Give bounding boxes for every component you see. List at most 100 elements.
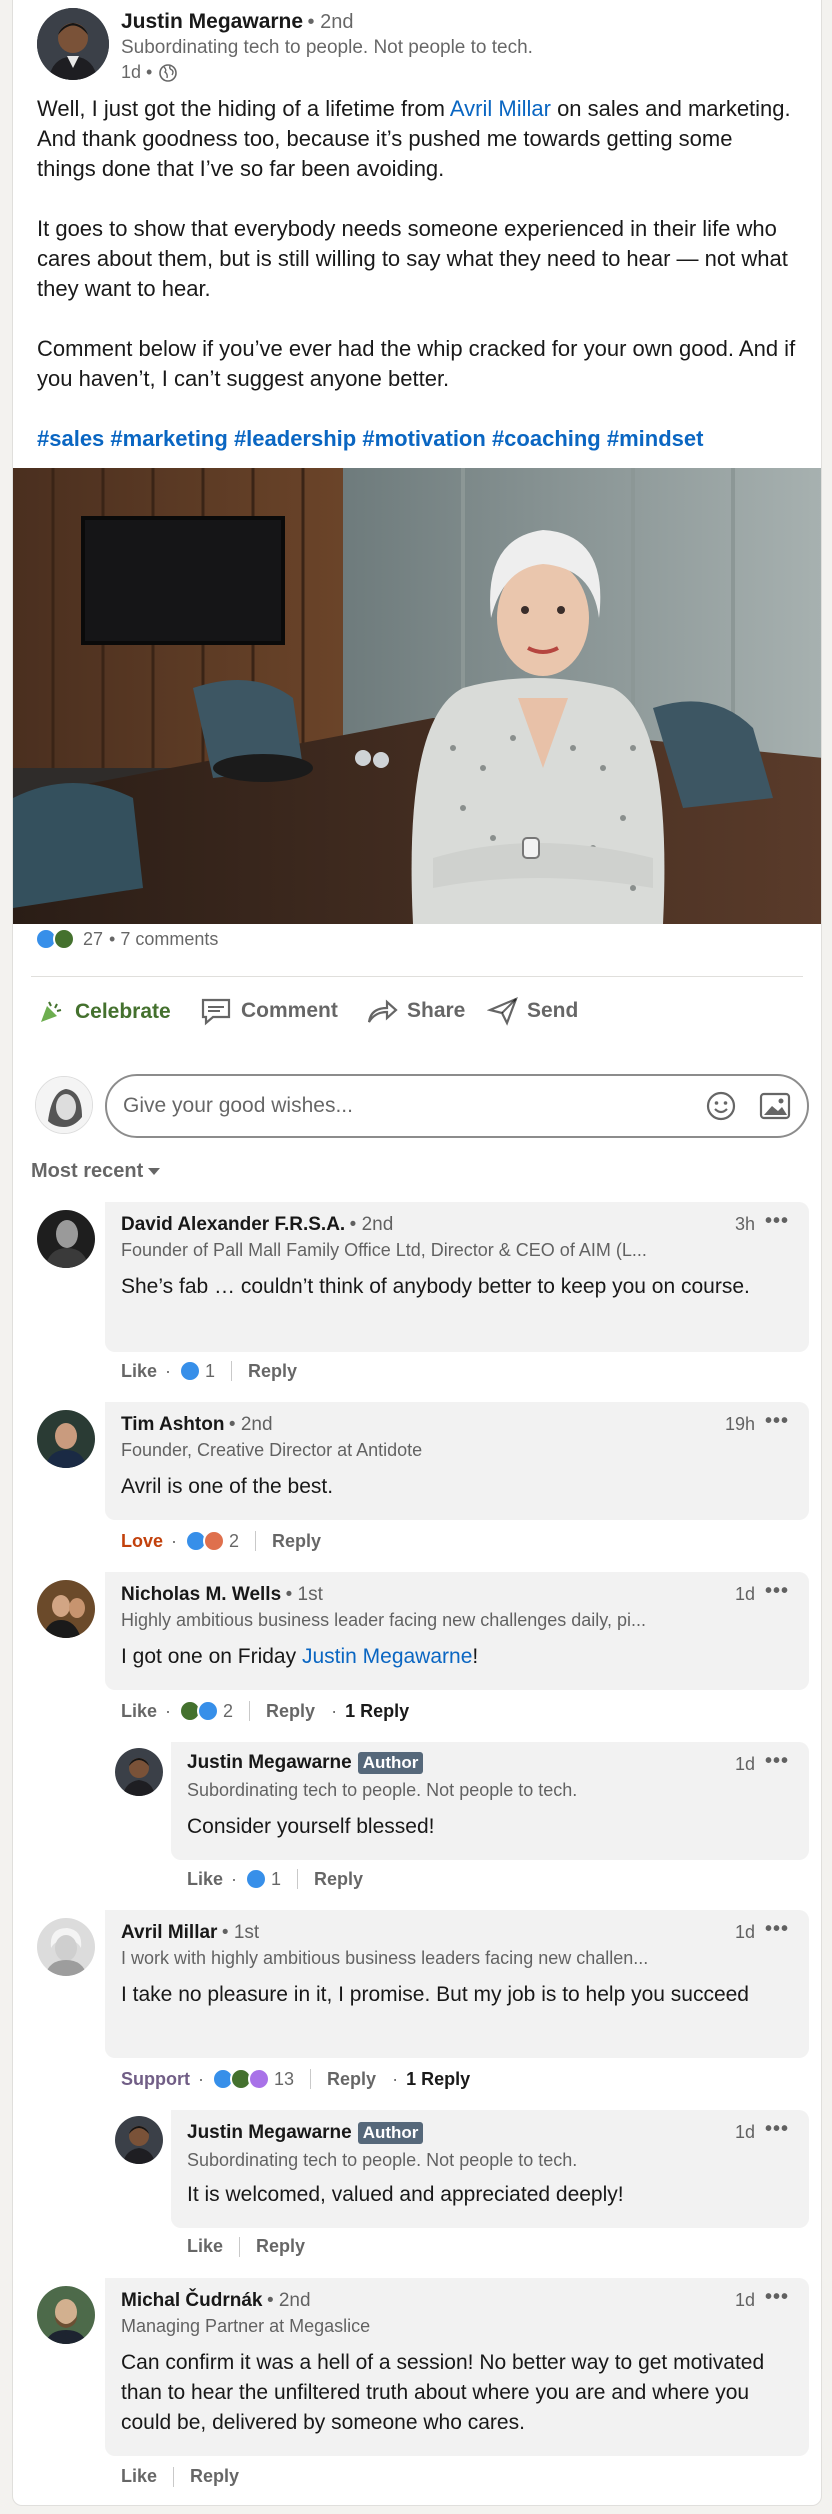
more-dots-icon[interactable]: ••• <box>765 1210 789 1233</box>
author-degree: • 2nd <box>307 11 354 33</box>
commenter-name[interactable]: Justin Megawarne <box>187 2122 352 2144</box>
mention-avril-millar[interactable]: Avril Millar <box>450 96 551 121</box>
comment-actions: Like Reply <box>187 2236 305 2257</box>
commenter-headline: Founder of Pall Mall Family Office Ltd, … <box>121 1240 647 1260</box>
social-counts[interactable]: 27 • 7 comments <box>35 928 218 950</box>
comment-actions: Support · 13 Reply · 1 Reply <box>121 2068 471 2090</box>
post-paragraph-3: Comment below if you’ve ever had the whi… <box>37 336 796 391</box>
celebrate-button[interactable]: Celebrate <box>35 996 171 1028</box>
commenter-avatar[interactable] <box>115 1748 163 1796</box>
author-name[interactable]: Justin Megawarne <box>121 10 303 33</box>
like-reaction-icon <box>197 1700 220 1722</box>
like-button[interactable]: Like <box>121 1361 157 1382</box>
more-dots-icon[interactable]: ••• <box>765 1580 789 1603</box>
share-button[interactable]: Share <box>365 996 465 1026</box>
more-dots-icon[interactable]: ••• <box>765 2118 789 2141</box>
author-badge: Author <box>357 1752 424 1774</box>
like-button[interactable]: Like <box>187 2236 223 2257</box>
like-reaction-icon <box>245 1868 268 1890</box>
more-dots-icon[interactable]: ••• <box>765 1918 789 1941</box>
comment-time: 1d <box>735 2122 756 2142</box>
comment-text: Can confirm it was a hell of a session! … <box>121 2351 765 2434</box>
commenter-name[interactable]: Justin Megawarne <box>187 1752 352 1774</box>
replies-count-link[interactable]: 1 Reply <box>406 2069 470 2090</box>
commenter-degree: • 2nd <box>228 1414 273 1435</box>
comment-text: It is welcomed, valued and appreciated d… <box>187 2183 624 2206</box>
comment-text: Avril is one of the best. <box>121 1475 334 1498</box>
reaction-count[interactable]: 2 <box>229 1531 239 1552</box>
comment-count[interactable]: • 7 comments <box>109 929 218 950</box>
comment-time: 3h <box>735 1214 756 1234</box>
reply-button[interactable]: Reply <box>327 2069 376 2090</box>
mention-justin-megawarne[interactable]: Justin Megawarne <box>302 1645 472 1668</box>
reaction-count[interactable]: 13 <box>274 2069 294 2090</box>
comment-actions: Love · 2 Reply <box>121 1530 322 1552</box>
author-avatar[interactable] <box>37 8 109 80</box>
reply-button[interactable]: Reply <box>272 1531 321 1552</box>
hashtag-link[interactable]: #motivation <box>362 426 485 451</box>
comment-button[interactable]: Comment <box>199 996 338 1026</box>
commenter-name[interactable]: Avril Millar <box>121 1922 217 1943</box>
caret-down-icon <box>147 1167 161 1177</box>
hashtag-link[interactable]: #marketing <box>110 426 227 451</box>
commenter-avatar[interactable] <box>37 2286 95 2344</box>
replies-count-link[interactable]: 1 Reply <box>345 1701 409 1722</box>
commenter-degree: • 1st <box>221 1922 260 1943</box>
commenter-name[interactable]: Tim Ashton <box>121 1414 224 1435</box>
post-image[interactable] <box>13 468 821 924</box>
comment-actions: Like Reply <box>121 2466 239 2487</box>
commenter-avatar[interactable] <box>37 1918 95 1976</box>
reply-button[interactable]: Reply <box>314 1869 363 1890</box>
love-button[interactable]: Love <box>121 1531 163 1552</box>
commenter-avatar[interactable] <box>37 1210 95 1268</box>
comment-input[interactable]: Give your good wishes... <box>105 1074 809 1138</box>
reply-button[interactable]: Reply <box>248 1361 297 1382</box>
reaction-count[interactable]: 1 <box>205 1361 215 1382</box>
reaction-count[interactable]: 2 <box>223 1701 233 1722</box>
hashtag-link[interactable]: #mindset <box>607 426 704 451</box>
send-button[interactable]: Send <box>487 996 578 1026</box>
comment-text: I got one on Friday Justin Megawarne! <box>121 1645 479 1668</box>
hashtag-link[interactable]: #sales <box>37 426 104 451</box>
send-icon <box>487 996 518 1026</box>
like-button[interactable]: Like <box>121 1701 157 1722</box>
sort-dropdown[interactable]: Most recent <box>31 1160 161 1183</box>
like-reaction-icon <box>179 1360 202 1382</box>
emoji-icon[interactable] <box>705 1090 737 1122</box>
love-reaction-icon <box>203 1530 226 1552</box>
image-icon[interactable] <box>759 1091 791 1121</box>
more-dots-icon[interactable]: ••• <box>765 1750 789 1773</box>
hashtag-link[interactable]: #coaching <box>492 426 601 451</box>
comment-actions: Like · 1 Reply <box>187 1868 364 1890</box>
like-button[interactable]: Like <box>121 2466 157 2487</box>
commenter-name[interactable]: David Alexander F.R.S.A. <box>121 1214 345 1235</box>
support-button[interactable]: Support <box>121 2069 190 2090</box>
commenter-headline: Subordinating tech to people. Not people… <box>187 1780 578 1800</box>
comment-time: 1d <box>735 1754 756 1774</box>
reaction-count[interactable]: 1 <box>271 1869 281 1890</box>
more-dots-icon[interactable]: ••• <box>765 1410 789 1433</box>
commenter-avatar[interactable] <box>115 2116 163 2164</box>
commenter-name[interactable]: Nicholas M. Wells <box>121 1584 281 1605</box>
commenter-avatar[interactable] <box>37 1580 95 1638</box>
more-dots-icon[interactable]: ••• <box>765 2286 789 2309</box>
comment-time: 1d <box>735 2290 756 2310</box>
author-headline: Subordinating tech to people. Not people… <box>121 37 533 58</box>
current-user-avatar <box>35 1076 93 1134</box>
like-button[interactable]: Like <box>187 1869 223 1890</box>
commenter-name[interactable]: Michal Čudrnák <box>121 2290 262 2311</box>
celebrate-reaction-icon <box>53 928 75 950</box>
hashtag-link[interactable]: #leadership <box>234 426 356 451</box>
post-card: Justin Megawarne • 2nd Subordinating tec… <box>12 0 822 2506</box>
commenter-headline: Managing Partner at Megaslice <box>121 2316 371 2336</box>
reply-button[interactable]: Reply <box>190 2466 239 2487</box>
share-icon <box>367 999 398 1023</box>
reply-button[interactable]: Reply <box>256 2236 305 2257</box>
globe-icon <box>158 63 178 83</box>
commenter-headline: Subordinating tech to people. Not people… <box>187 2150 578 2170</box>
commenter-avatar[interactable] <box>37 1410 95 1468</box>
reply-button[interactable]: Reply <box>266 1701 315 1722</box>
comment-time: 19h <box>725 1414 756 1434</box>
comment-icon <box>201 998 231 1026</box>
comment-time: 1d <box>735 1922 756 1942</box>
